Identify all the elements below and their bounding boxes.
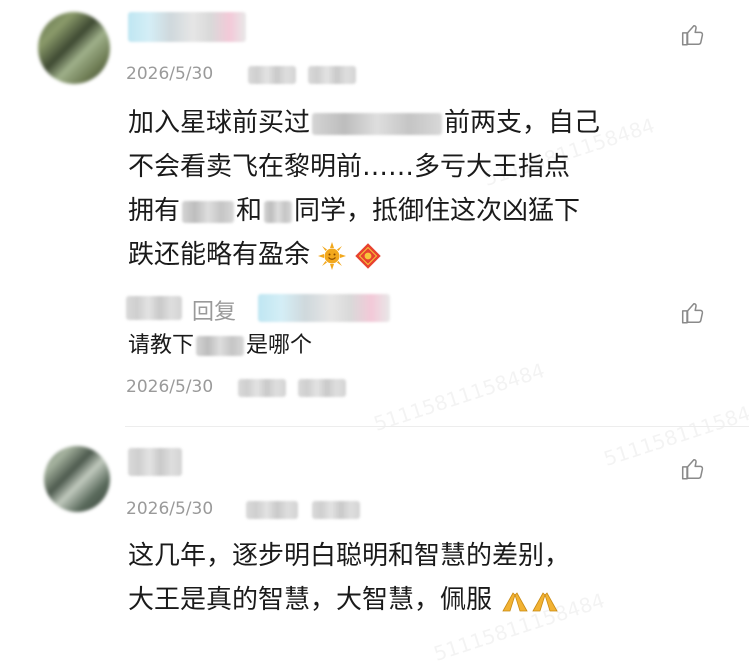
redacted-text: [182, 200, 235, 223]
thumbs-up-icon[interactable]: [680, 456, 706, 482]
avatar[interactable]: [44, 446, 110, 512]
location-blur: [246, 501, 298, 519]
comment-text: 加入星球前买过 前两支，自己: [128, 108, 601, 138]
reply-date: 2026/5/30: [126, 377, 214, 397]
reply-label: 回复: [192, 300, 237, 325]
location-blur: [248, 66, 296, 84]
comment-text: 大王是真的智慧，大智慧，佩服: [128, 578, 560, 622]
watermark-text: 51115811158484: [371, 358, 548, 436]
ip-blur: [298, 379, 346, 397]
redacted-text: [196, 336, 245, 356]
watermark-text: 51115811158484: [601, 393, 749, 471]
redacted-text: [312, 112, 443, 135]
ip-blur: [308, 66, 356, 84]
avatar[interactable]: [38, 12, 110, 84]
comment-text: 不会看卖飞在黎明前……多亏大王指点: [128, 152, 571, 182]
comment-text: 拥有和同学，抵御住这次凶猛下: [128, 196, 581, 226]
comment-text: 跌还能略有盈余: [128, 233, 381, 277]
reply-username[interactable]: [126, 296, 182, 320]
ip-blur: [312, 501, 360, 519]
comment-date: 2026/5/30: [126, 499, 214, 519]
redacted-text: [264, 200, 293, 223]
reply-target-username[interactable]: [258, 294, 390, 322]
location-blur: [238, 379, 286, 397]
comment-divider: [125, 426, 749, 427]
pray-hands-icon: [502, 591, 558, 611]
username[interactable]: [128, 448, 182, 476]
sun-emoji-icon: [318, 241, 347, 270]
fu-envelope-icon: [354, 242, 381, 269]
comment-date: 2026/5/30: [126, 64, 214, 84]
reply-text: 请教下 是哪个: [128, 333, 313, 358]
comment-text: 这几年，逐步明白聪明和智慧的差别，: [128, 541, 571, 571]
username[interactable]: [128, 12, 246, 42]
thumbs-up-icon[interactable]: [680, 22, 706, 48]
thumbs-up-icon[interactable]: [680, 300, 706, 326]
